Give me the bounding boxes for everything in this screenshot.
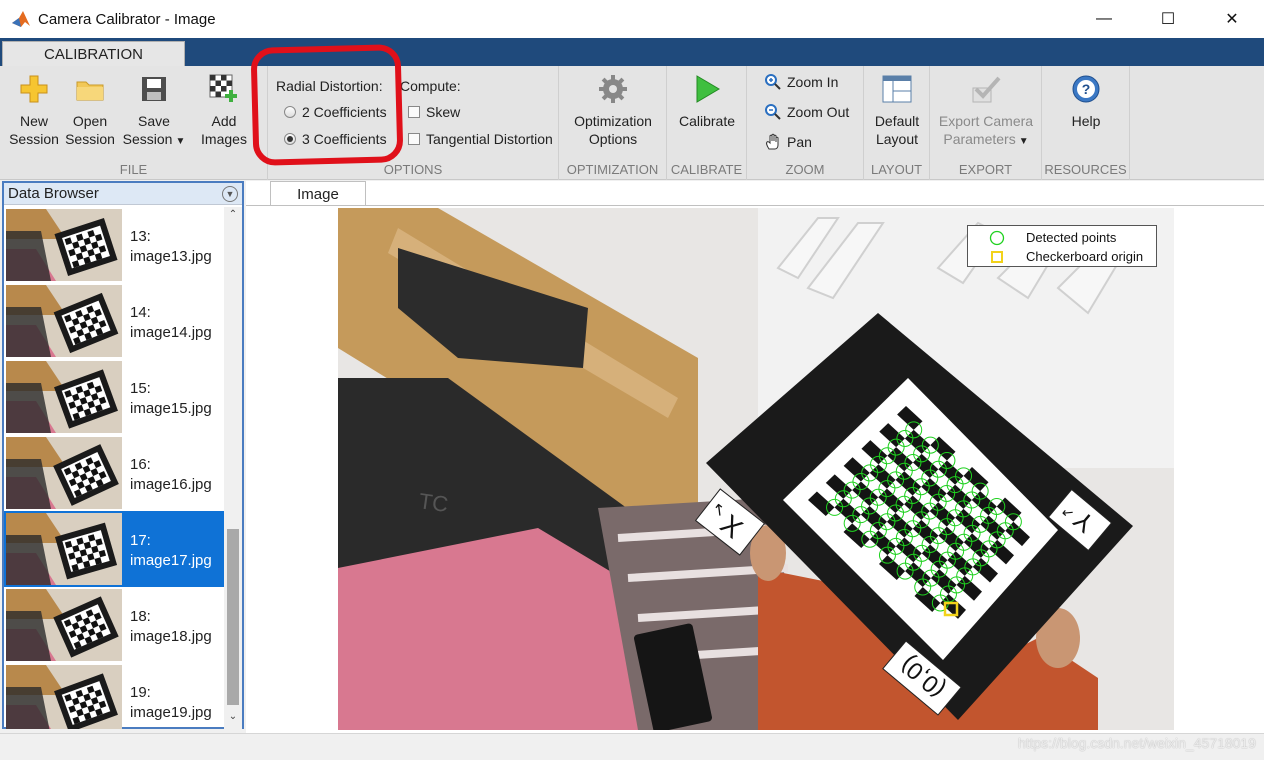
legend: Detected points Checkerboard origin: [967, 225, 1157, 267]
svg-text:?: ?: [1082, 81, 1091, 97]
pan-button[interactable]: Pan: [763, 132, 812, 152]
maximize-button[interactable]: ☐: [1136, 0, 1200, 38]
default-layout-button[interactable]: Default Layout: [868, 72, 926, 148]
data-browser-panel: Data Browser ▼ 13: image13.jpg 14: image14.…: [2, 181, 244, 729]
legend-checkerboard-origin: Checkerboard origin: [968, 247, 1156, 266]
watermark-text: https://blog.csdn.net/weixin_45718019: [1017, 735, 1256, 751]
ribbon-tabstrip: CALIBRATION: [0, 38, 1264, 66]
layout-group: Default Layout LAYOUT: [864, 66, 930, 180]
image-number: 13:: [130, 228, 151, 245]
data-browser-title: Data Browser: [8, 185, 99, 202]
hand-icon: [763, 132, 783, 152]
panel-menu-icon[interactable]: ▼: [222, 185, 238, 202]
add-images-icon: [207, 72, 241, 106]
chevron-down-icon[interactable]: ▼: [1019, 136, 1029, 147]
thumbnail-image: [6, 589, 122, 661]
calibration-photo: TC X ↖ Y ↗ (0,0) Detected points Checker…: [338, 208, 1174, 730]
file-group: New Session Open Session Save Session▼: [0, 66, 268, 180]
thumbnail-image: [6, 665, 122, 729]
minimize-button[interactable]: —: [1072, 0, 1136, 38]
thumbnail-list: 13: image13.jpg 14: image14.jpg 15: image15.j…: [4, 207, 224, 729]
gear-icon: [596, 72, 630, 106]
help-icon: ?: [1069, 72, 1103, 106]
scroll-up-icon[interactable]: ⌃: [224, 209, 242, 225]
floppy-disk-icon: [137, 72, 171, 106]
image-number: 16:: [130, 456, 151, 473]
red-annotation-outline: [250, 44, 404, 166]
tab-image[interactable]: Image: [270, 181, 366, 206]
calibrate-group: Calibrate CALIBRATE: [667, 66, 747, 180]
help-button[interactable]: ? Help: [1058, 72, 1114, 130]
save-session-button[interactable]: Save Session ▼: [120, 72, 188, 151]
scrollbar-thumb[interactable]: [227, 529, 239, 705]
image-number: 18:: [130, 608, 151, 625]
image-number: 14:: [130, 304, 151, 321]
list-item[interactable]: 18: image18.jpg: [4, 587, 224, 663]
image-panel: Image TC X ↖ Y ↗ (0,0) Detected points C…: [246, 181, 1264, 733]
ribbon: New Session Open Session Save Session▼: [0, 66, 1264, 240]
list-item[interactable]: 19: image19.jpg: [4, 663, 224, 729]
image-filename: image15.jpg: [130, 400, 212, 417]
add-images-button[interactable]: Add Images: [198, 72, 250, 148]
title-bar: Camera Calibrator - Image — ☐ ✕: [0, 0, 1264, 38]
thumbnail-image: [6, 209, 122, 281]
tab-calibration[interactable]: CALIBRATION: [2, 41, 185, 66]
thumbnail-image: [6, 513, 122, 585]
folder-icon: [73, 72, 107, 106]
image-filename: image14.jpg: [130, 324, 212, 341]
image-number: 17:: [130, 532, 151, 549]
square-icon: [988, 249, 1006, 265]
zoom-in-icon: [763, 72, 783, 92]
plus-icon: [17, 72, 51, 106]
zoom-out-button[interactable]: Zoom Out: [763, 102, 849, 122]
thumbnail-image: [6, 437, 122, 509]
svg-text:TC: TC: [417, 488, 450, 517]
chevron-down-icon[interactable]: ▼: [175, 136, 185, 147]
checkmark-icon: [969, 72, 1003, 106]
compute-heading: Compute:: [400, 78, 461, 94]
list-item[interactable]: 16: image16.jpg: [4, 435, 224, 511]
skew-checkbox[interactable]: Skew: [408, 104, 460, 120]
play-icon: [690, 72, 724, 106]
calibrate-button[interactable]: Calibrate: [673, 72, 741, 130]
thumbnail-scrollbar[interactable]: ⌃ ⌄: [224, 207, 242, 729]
list-item[interactable]: 17: image17.jpg: [4, 511, 224, 587]
open-session-button[interactable]: Open Session: [64, 72, 116, 148]
new-session-button[interactable]: New Session: [8, 72, 60, 148]
list-item[interactable]: 15: image15.jpg: [4, 359, 224, 435]
tangential-distortion-checkbox[interactable]: Tangential Distortion: [408, 131, 553, 147]
zoom-out-icon: [763, 102, 783, 122]
optimization-options-button[interactable]: Optimization Options: [565, 72, 661, 148]
zoom-group: Zoom In Zoom Out Pan ZOOM: [747, 66, 864, 180]
image-filename: image19.jpg: [130, 704, 212, 721]
resources-group: ? Help RESOURCES: [1042, 66, 1130, 180]
scroll-down-icon[interactable]: ⌄: [224, 711, 242, 727]
close-button[interactable]: ✕: [1200, 0, 1264, 38]
image-filename: image18.jpg: [130, 628, 212, 645]
export-camera-parameters-button[interactable]: Export Camera Parameters ▼: [934, 72, 1038, 151]
window-title: Camera Calibrator - Image: [38, 10, 216, 28]
list-item[interactable]: 13: image13.jpg: [4, 207, 224, 283]
legend-detected-points: Detected points: [968, 228, 1156, 247]
layout-icon: [880, 72, 914, 106]
export-group: Export Camera Parameters ▼ EXPORT: [930, 66, 1042, 180]
list-item[interactable]: 14: image14.jpg: [4, 283, 224, 359]
zoom-in-button[interactable]: Zoom In: [763, 72, 838, 92]
optimization-group: Optimization Options OPTIMIZATION: [559, 66, 667, 180]
circle-icon: [988, 230, 1006, 246]
image-number: 19:: [130, 684, 151, 701]
image-filename: image16.jpg: [130, 476, 212, 493]
image-filename: image13.jpg: [130, 248, 212, 265]
image-filename: image17.jpg: [130, 552, 212, 569]
thumbnail-image: [6, 361, 122, 433]
image-number: 15:: [130, 380, 151, 397]
thumbnail-image: [6, 285, 122, 357]
matlab-icon: [12, 11, 30, 27]
